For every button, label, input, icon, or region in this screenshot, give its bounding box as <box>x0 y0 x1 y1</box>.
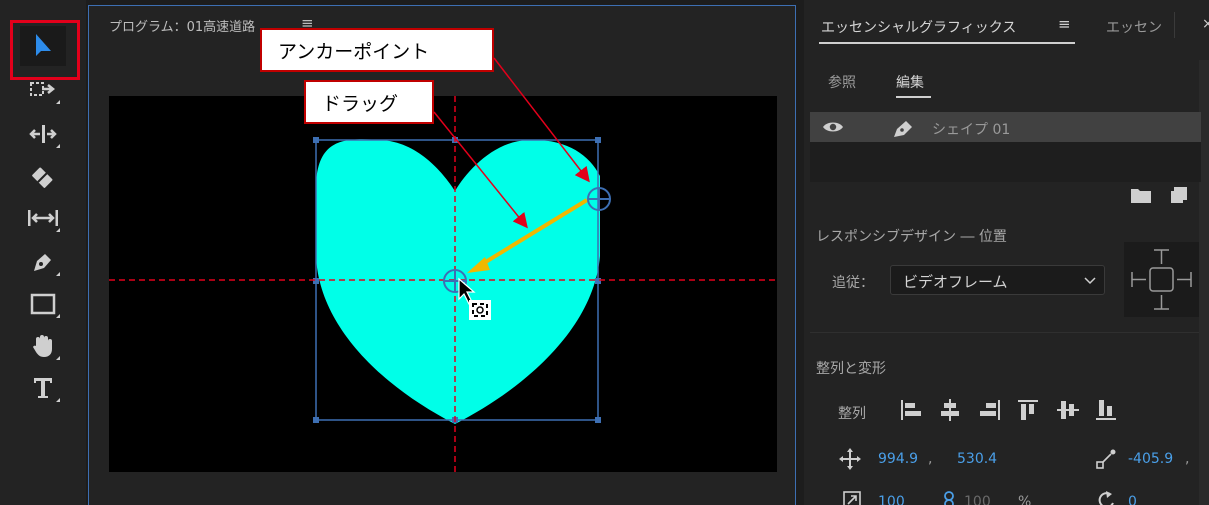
pen-tool[interactable] <box>20 242 66 282</box>
program-canvas <box>109 96 777 472</box>
track-select-tool[interactable] <box>20 70 66 110</box>
rectangle-icon <box>30 293 56 315</box>
chevron-down-icon <box>1084 277 1096 285</box>
slip-tool[interactable] <box>20 198 66 238</box>
essential-graphics-panel: エッセンシャルグラフィックス ≡ エッセン × 参照 編集 シェイプ 01 レス… <box>804 0 1209 505</box>
anchor-x-value[interactable]: -405.9 <box>1128 451 1173 467</box>
anchor-point-callout: アンカーポイント <box>260 28 494 72</box>
type-icon <box>34 378 52 398</box>
slip-icon <box>28 210 58 226</box>
anchor-point-original <box>587 187 611 211</box>
active-tab-underline <box>819 42 1075 44</box>
anchor-separator: , <box>1185 451 1190 467</box>
bbox-handle <box>313 278 319 284</box>
program-monitor-title[interactable]: プログラム：01高速道路 <box>109 16 255 35</box>
ripple-edit-icon <box>29 125 57 143</box>
subtab-underline <box>896 96 931 98</box>
position-y-value[interactable]: 530.4 <box>957 451 997 467</box>
position-x-value[interactable]: 994.9 <box>878 451 918 467</box>
eye-icon[interactable] <box>822 120 844 134</box>
pin-edges-icon <box>1131 249 1192 310</box>
razor-icon <box>32 167 53 188</box>
razor-tool[interactable] <box>20 157 66 197</box>
panel-menu-icon[interactable]: ≡ <box>1058 15 1071 33</box>
pen-shape-icon <box>894 121 912 137</box>
layers-list: シェイプ 01 <box>810 112 1201 182</box>
rotation-icon <box>1098 491 1114 505</box>
align-bottom-icon[interactable] <box>1094 398 1118 422</box>
layer-row[interactable]: シェイプ 01 <box>810 112 1201 142</box>
follow-dropdown-value: ビデオフレーム <box>903 273 1008 291</box>
align-transform-label: 整列と変形 <box>816 361 886 377</box>
program-viewport[interactable] <box>109 96 777 472</box>
type-tool[interactable] <box>20 368 66 408</box>
align-label: 整列 <box>838 406 866 422</box>
tab-essential-graphics[interactable]: エッセンシャルグラフィックス <box>821 17 1016 37</box>
hand-icon <box>33 335 52 357</box>
scale-value[interactable]: 100 <box>878 494 905 505</box>
position-move-icon <box>839 448 861 470</box>
new-layer-icon[interactable] <box>1170 186 1188 204</box>
tools-panel <box>0 0 86 505</box>
responsive-design-label: レスポンシブデザイン ― 位置 <box>816 229 1007 245</box>
align-horizontal-center-icon[interactable] <box>938 398 962 422</box>
drag-callout: ドラッグ <box>304 80 434 124</box>
position-separator: , <box>928 451 933 467</box>
link-icon[interactable] <box>942 490 956 505</box>
section-divider <box>810 332 1199 333</box>
scale-value-2[interactable]: 100 <box>964 494 991 505</box>
scale-unit: % <box>1018 494 1032 505</box>
bbox-handle <box>313 417 319 423</box>
bbox-handle <box>595 278 601 284</box>
follow-dropdown[interactable]: ビデオフレーム <box>890 265 1105 295</box>
pen-icon <box>34 254 51 271</box>
rectangle-tool[interactable] <box>20 284 66 324</box>
bbox-handle <box>595 417 601 423</box>
align-vertical-center-icon[interactable] <box>1056 398 1080 422</box>
program-monitor-panel: プログラム：01高速道路 ≡ <box>88 5 796 505</box>
follow-label: 追従： <box>832 275 874 291</box>
pin-to-widget[interactable] <box>1124 242 1199 317</box>
hand-tool[interactable] <box>20 326 66 366</box>
align-right-icon[interactable] <box>978 398 1002 422</box>
ripple-edit-tool[interactable] <box>20 114 66 154</box>
subtab-browse[interactable]: 参照 <box>828 72 856 92</box>
layer-name: シェイプ 01 <box>932 122 1011 138</box>
track-select-icon <box>30 82 56 96</box>
rotation-value[interactable]: 0 <box>1128 494 1137 505</box>
scale-icon <box>843 491 861 505</box>
subtab-edit[interactable]: 編集 <box>896 72 924 92</box>
tab-essential-sound[interactable]: エッセン <box>1106 17 1168 37</box>
bbox-handle <box>595 137 601 143</box>
bbox-handle <box>313 137 319 143</box>
align-top-icon[interactable] <box>1016 398 1040 422</box>
anchor-cursor-badge <box>469 300 491 320</box>
close-icon[interactable]: × <box>1202 16 1209 32</box>
align-left-icon[interactable] <box>899 398 923 422</box>
anchor-point-icon <box>1096 449 1116 469</box>
new-group-folder-icon[interactable] <box>1130 186 1152 204</box>
